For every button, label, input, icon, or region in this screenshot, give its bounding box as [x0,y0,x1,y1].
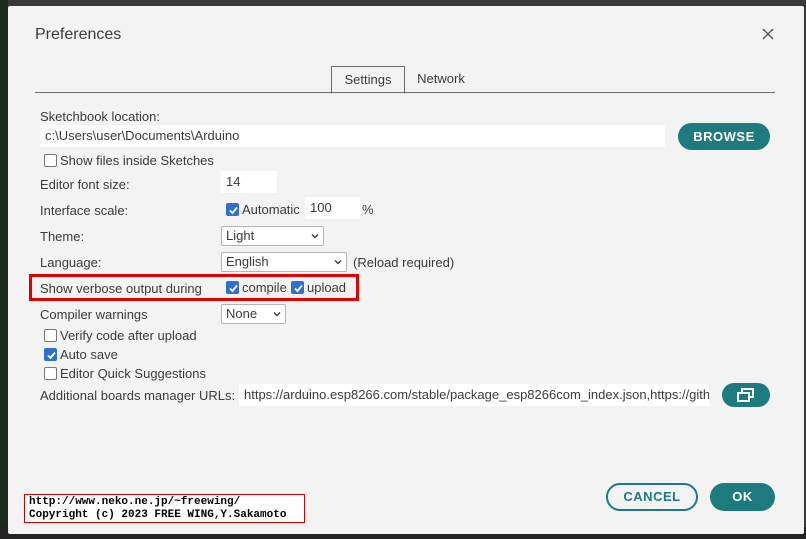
language-select[interactable]: English [221,252,347,272]
theme-value: Light [226,228,255,243]
verify-checkbox[interactable] [44,329,57,342]
checkmark-icon [47,351,56,360]
chevron-down-icon [334,260,342,265]
edit-urls-button[interactable] [722,383,770,407]
background-editor-strip [0,0,8,539]
preferences-dialog: Preferences Settings Network Sketchbook … [8,6,804,534]
close-button[interactable] [760,26,776,42]
browse-button[interactable]: BROWSE [678,123,770,150]
dialog-title: Preferences [35,26,122,43]
automatic-label: Automatic [242,202,300,217]
quick-suggestions-label: Editor Quick Suggestions [60,366,206,381]
open-window-icon [737,388,754,402]
boards-urls-field[interactable]: https://arduino.esp8266.com/stable/packa… [239,384,709,406]
copyright-text: Copyright (c) 2023 FREE WING,Y.Sakamoto [29,509,287,521]
scale-field[interactable]: 100 [305,197,360,219]
font-size-label: Editor font size: [40,177,130,192]
show-files-label: Show files inside Sketches [60,153,214,168]
sketchbook-label: Sketchbook location: [40,109,160,124]
sketchbook-location-field[interactable]: c:\Users\user\Documents\Arduino [40,125,665,147]
close-icon [762,28,774,40]
scale-unit: % [362,202,374,217]
tab-network[interactable]: Network [408,66,474,92]
show-files-checkbox[interactable] [44,154,57,167]
verbose-highlight-box [29,274,359,301]
automatic-checkbox[interactable] [226,203,239,216]
copyright-url: http://www.neko.ne.jp/~freewing/ [29,496,241,508]
tab-settings[interactable]: Settings [331,66,405,94]
ok-button[interactable]: OK [710,483,775,511]
language-value: English [226,254,269,269]
font-size-field[interactable]: 14 [221,171,277,193]
compiler-warnings-value: None [226,306,258,321]
theme-label: Theme: [40,229,85,244]
language-label: Language: [40,255,102,270]
cancel-button[interactable]: CANCEL [606,483,698,511]
autosave-label: Auto save [60,347,118,362]
interface-scale-label: Interface scale: [40,203,129,218]
boards-urls-label: Additional boards manager URLs: [40,388,236,403]
compiler-warnings-select[interactable]: None [221,304,286,324]
reload-note: (Reload required) [353,255,455,270]
quick-suggestions-checkbox[interactable] [44,367,57,380]
copyright-watermark: http://www.neko.ne.jp/~freewing/ Copyrig… [24,494,305,523]
autosave-checkbox[interactable] [44,348,57,361]
verify-label: Verify code after upload [60,328,197,343]
chevron-down-icon [311,234,319,239]
compiler-warnings-label: Compiler warnings [40,307,148,322]
tabs-divider [35,92,775,93]
theme-select[interactable]: Light [221,226,324,246]
checkmark-icon [229,206,238,215]
chevron-down-icon [273,312,281,317]
